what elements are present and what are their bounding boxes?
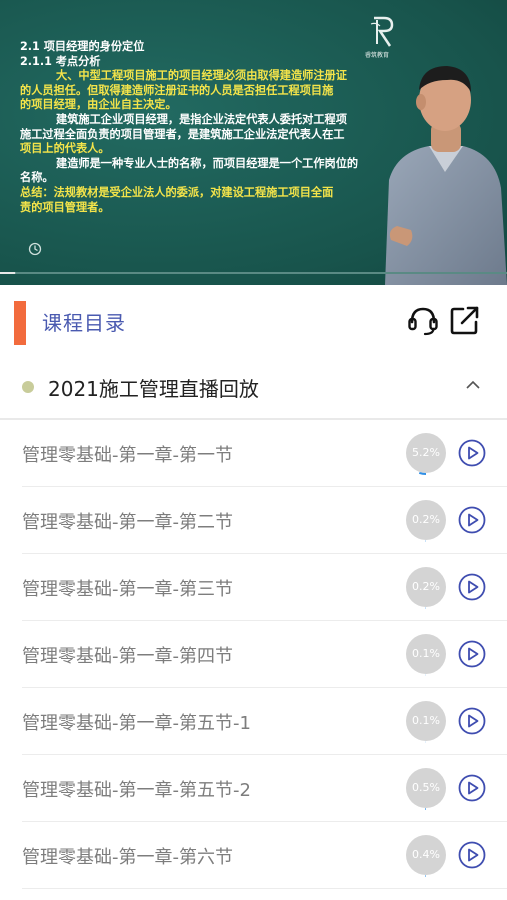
lesson-item[interactable]: 管理零基础-第一章-第三节 0.2% [0,554,507,621]
lesson-progress-ring [404,699,448,743]
slide-line: 施工过程全面负责的项目管理者，是建筑施工企业法定代表人在工 [20,127,345,141]
play-icon[interactable] [458,841,486,869]
play-icon[interactable] [458,707,486,735]
lesson-item[interactable]: 管理零基础-第一章-第四节 0.1% [0,621,507,688]
lesson-progress-ring [404,431,448,475]
play-icon[interactable] [458,439,486,467]
play-icon[interactable] [458,640,486,668]
lesson-title: 管理零基础-第一章-第二节 [22,512,233,533]
section-title: 2021施工管理直播回放 [48,377,259,401]
play-icon[interactable] [458,774,486,802]
slide-line: 2.1.1 考点分析 [20,54,101,68]
headset-icon[interactable] [406,303,440,337]
catalog-title: 课程目录 [42,311,126,335]
lesson-item[interactable]: 管理零基础-第一章-第二节 0.2% [0,487,507,554]
slide-line: 的人员担任。但取得建造师注册证书的人员是否担任工程项目施 [20,83,334,97]
presenter-image [385,66,507,285]
lesson-progress-ring [404,766,448,810]
lesson-divider [22,888,507,889]
slide-line: 2.1 项目经理的身份定位 [20,40,145,53]
slide-line: 建筑施工企业项目经理，是指企业法定代表人委托对工程项 [56,112,347,126]
lesson-title: 管理零基础-第一章-第五节-1 [22,713,251,734]
play-icon[interactable] [458,506,486,534]
lesson-title: 管理零基础-第一章-第五节-2 [22,780,251,801]
slide-line: 责的项目管理者。 [20,200,110,214]
lesson-progress-ring [404,565,448,609]
brand-logo-icon [370,16,394,47]
replay-icon[interactable] [28,242,42,256]
share-icon[interactable] [448,303,482,337]
slide-line: 项目上的代表人。 [20,142,110,156]
section-dot [22,381,34,393]
slide-line: 名称。 [20,171,54,185]
slide-content: 2.1 项目经理的身份定位 2.1.1 考点分析 大、中型工程项目施工的项目经理必须… [20,40,400,215]
lesson-progress-ring [404,498,448,542]
video-player[interactable]: 2.1 项目经理的身份定位 2.1.1 考点分析 大、中型工程项目施工的项目经理必须… [0,0,507,285]
play-icon[interactable] [458,573,486,601]
lesson-progress-ring [404,833,448,877]
slide-line: 建造师是一种专业人士的名称，而项目经理是一个工作岗位的 [56,156,359,170]
lesson-progress-ring [404,632,448,676]
brand-logo-text: 睿筑教育 [365,52,390,59]
video-progress-bar[interactable] [0,270,507,276]
lesson-item[interactable]: 管理零基础-第一章-第五节-1 0.1% [0,688,507,755]
slide-line: 总结：法规教材是受企业法人的委派，对建设工程施工项目全面 [20,185,334,199]
lesson-title: 管理零基础-第一章-第六节 [22,847,233,868]
lesson-item[interactable]: 管理零基础-第一章-第六节 0.4% [0,822,507,889]
chevron-up-icon[interactable] [465,378,481,392]
catalog-accent-bar [14,301,26,345]
lesson-list: 管理零基础-第一章-第一节 5.2% 管理零基础-第一章-第二节 0.2% 管理零基础-… [0,420,507,889]
slide-line: 的项目经理，由企业自主决定。 [20,98,177,112]
lesson-item[interactable]: 管理零基础-第一章-第五节-2 0.5% [0,755,507,822]
lesson-title: 管理零基础-第一章-第三节 [22,579,233,600]
slide-line: 大、中型工程项目施工的项目经理必须由取得建造师注册证 [56,69,347,83]
lesson-title: 管理零基础-第一章-第四节 [22,646,233,667]
lesson-title: 管理零基础-第一章-第一节 [22,445,233,466]
lesson-item[interactable]: 管理零基础-第一章-第一节 5.2% [0,420,507,487]
